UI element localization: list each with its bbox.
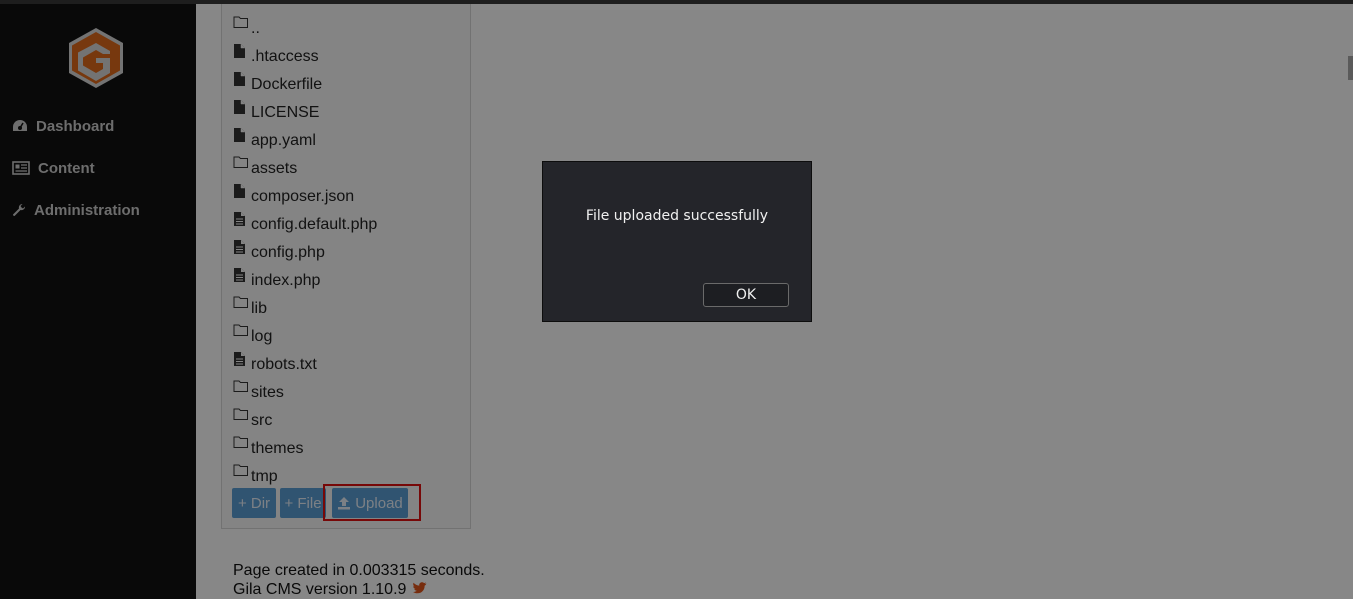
dialog-message: File uploaded successfully xyxy=(585,208,769,224)
ok-button[interactable]: OK xyxy=(703,283,789,307)
scrollbar-thumb[interactable] xyxy=(1348,56,1353,80)
alert-dialog: File uploaded successfully OK xyxy=(542,161,812,322)
